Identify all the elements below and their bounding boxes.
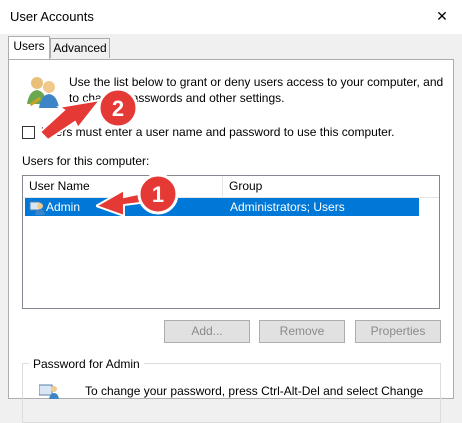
- add-button[interactable]: Add...: [164, 320, 250, 343]
- annotation-2-marker: 2: [38, 88, 139, 140]
- annotation-1-marker: 1: [96, 173, 179, 218]
- window-title: User Accounts: [10, 9, 94, 24]
- close-icon[interactable]: ✕: [429, 3, 455, 29]
- properties-button[interactable]: Properties: [355, 320, 441, 343]
- remove-button[interactable]: Remove: [259, 320, 345, 343]
- tab-advanced[interactable]: Advanced: [50, 38, 110, 58]
- user-icon: [29, 201, 45, 215]
- table-row[interactable]: Admin Administrators; Users: [25, 198, 419, 216]
- password-group-text: To change your password, press Ctrl-Alt-…: [85, 384, 424, 398]
- users-section-label: Users for this computer:: [22, 154, 150, 168]
- tab-users[interactable]: Users: [8, 36, 50, 59]
- tab-strip: Users Advanced: [0, 34, 462, 60]
- user-name-cell: Admin: [46, 200, 81, 214]
- keyboard-user-icon: [39, 384, 59, 399]
- column-header-group[interactable]: Group: [223, 176, 439, 197]
- annotation-2-number: 2: [112, 96, 124, 121]
- password-group-title: Password for Admin: [29, 357, 144, 371]
- annotation-2-arrow-icon: [38, 98, 103, 140]
- users-list[interactable]: User Name Group Admin Administrators; Us…: [22, 175, 440, 309]
- annotation-1-number: 1: [152, 182, 164, 207]
- list-header: User Name Group: [23, 176, 439, 198]
- title-bar: User Accounts ✕: [0, 0, 462, 34]
- group-cell: Administrators; Users: [230, 200, 345, 214]
